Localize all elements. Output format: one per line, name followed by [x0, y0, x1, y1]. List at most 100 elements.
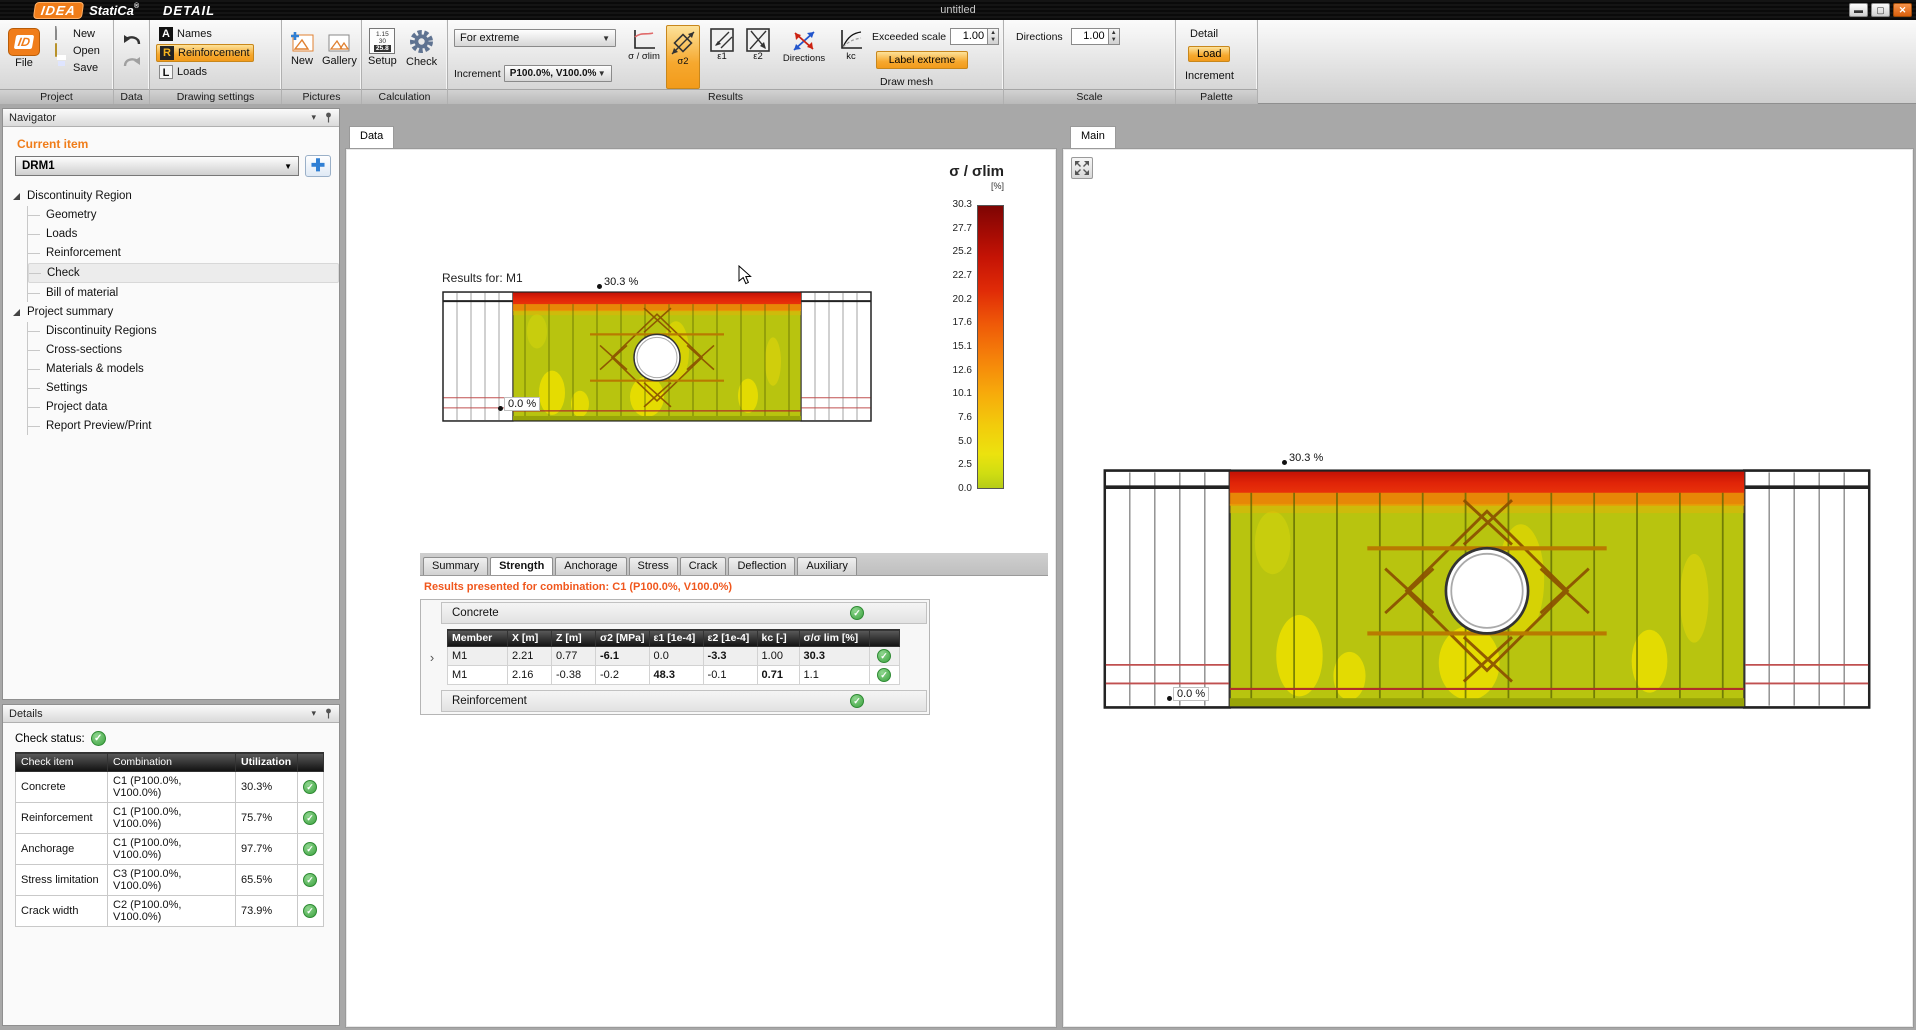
- names-toggle[interactable]: ANames: [156, 26, 254, 42]
- title-bar: IDEA StatiCa® DETAIL untitled ▬ ▢ ✕: [0, 0, 1916, 20]
- nav-item-settings[interactable]: Settings: [28, 379, 339, 397]
- navigator-panel: Navigator ▾ Current item DRM1▼ ✚: [2, 108, 340, 700]
- loads-toggle[interactable]: LLoads: [156, 64, 254, 80]
- spinner-arrows-icon[interactable]: ▲▼: [988, 28, 999, 45]
- picture-new-icon: [289, 30, 315, 54]
- setup-button[interactable]: 1.153025.8 Setup: [368, 28, 397, 67]
- label-extreme-toggle[interactable]: Label extreme: [876, 51, 968, 69]
- pin-icon[interactable]: [324, 708, 333, 719]
- ribbon-group-label: Project: [0, 89, 113, 104]
- max-utilization-label: 30.3 %: [604, 276, 638, 288]
- nav-group-discontinuity-region[interactable]: Discontinuity Region: [13, 187, 339, 205]
- nav-item-loads[interactable]: Loads: [28, 225, 339, 243]
- new-button[interactable]: New: [52, 26, 103, 41]
- navigator-header[interactable]: Navigator ▾: [3, 109, 339, 127]
- tab-summary[interactable]: Summary: [423, 557, 488, 575]
- result-row[interactable]: M1 2.16 -0.38 -0.2 48.3 -0.1 0.71 1.1 ✓: [448, 666, 900, 685]
- tab-anchorage[interactable]: Anchorage: [555, 557, 626, 575]
- status-ok-icon: ✓: [877, 668, 891, 682]
- tree-expanded-icon[interactable]: [13, 193, 20, 200]
- tab-crack[interactable]: Crack: [680, 557, 727, 575]
- loads-icon: L: [159, 65, 173, 79]
- file-button[interactable]: ID File: [8, 28, 40, 69]
- colorbar: σ / σlim [%] 30.327.7 25.222.7 20.217.6 …: [908, 163, 1004, 494]
- tab-main[interactable]: Main: [1070, 126, 1116, 148]
- status-ok-icon: ✓: [303, 780, 317, 794]
- fit-to-view-button[interactable]: [1071, 157, 1093, 179]
- palette-load-option[interactable]: Load: [1188, 46, 1230, 62]
- close-button[interactable]: ✕: [1893, 3, 1912, 17]
- add-item-button[interactable]: ✚: [305, 155, 331, 177]
- nav-item-report-preview-print[interactable]: Report Preview/Print: [28, 417, 339, 435]
- check-button[interactable]: Check: [406, 28, 437, 68]
- maximize-button[interactable]: ▢: [1871, 3, 1890, 17]
- directions-result-button[interactable]: Directions: [778, 28, 830, 64]
- tab-auxiliary[interactable]: Auxiliary: [797, 557, 857, 575]
- tab-deflection[interactable]: Deflection: [728, 557, 795, 575]
- result-row[interactable]: M1 2.21 0.77 -6.1 0.0 -3.3 1.00 30.3 ✓: [448, 647, 900, 666]
- panel-chevron-icon[interactable]: ▾: [311, 112, 316, 123]
- nav-item-materials-models[interactable]: Materials & models: [28, 360, 339, 378]
- gear-icon: [408, 28, 435, 55]
- reinforcement-toggle[interactable]: RReinforcement: [156, 44, 254, 62]
- pin-icon[interactable]: [324, 112, 333, 123]
- nav-item-discontinuity-regions[interactable]: Discontinuity Regions: [28, 322, 339, 340]
- exceeded-scale-spinner[interactable]: 1.00 ▲▼: [950, 28, 999, 45]
- eps2-result-button[interactable]: ε2: [742, 28, 774, 62]
- save-floppy-icon: [55, 61, 69, 74]
- for-extreme-dropdown[interactable]: For extreme▼: [454, 29, 616, 47]
- sigma2-result-button[interactable]: σ2: [666, 25, 700, 89]
- spinner-arrows-icon[interactable]: ▲▼: [1109, 28, 1120, 45]
- nav-group-label: Discontinuity Region: [27, 190, 132, 202]
- undo-icon: [122, 32, 142, 46]
- increment-label: Increment: [454, 68, 501, 80]
- expand-row-arrow[interactable]: ›: [423, 602, 441, 712]
- tab-data[interactable]: Data: [349, 126, 394, 148]
- tree-expanded-icon[interactable]: [13, 309, 20, 316]
- concrete-section-header[interactable]: Concrete ✓: [441, 602, 927, 624]
- details-header[interactable]: Details ▾: [3, 705, 339, 723]
- ribbon-group-project: ID File New Open Save Project: [0, 20, 114, 104]
- details-title: Details: [9, 708, 43, 720]
- check-row[interactable]: Stress limitationC3 (P100.0%, V100.0%)65…: [16, 865, 324, 896]
- palette-detail-option[interactable]: Detail: [1190, 28, 1218, 40]
- reinforcement-section-header[interactable]: Reinforcement ✓: [441, 690, 927, 712]
- minimize-button[interactable]: ▬: [1849, 3, 1868, 17]
- check-row[interactable]: AnchorageC1 (P100.0%, V100.0%)97.7%✓: [16, 834, 324, 865]
- undo-button[interactable]: [122, 32, 142, 51]
- check-row[interactable]: ReinforcementC1 (P100.0%, V100.0%)75.7%✓: [16, 803, 324, 834]
- nav-item-cross-sections[interactable]: Cross-sections: [28, 341, 339, 359]
- nav-group-project-summary[interactable]: Project summary: [13, 303, 339, 321]
- nav-item-geometry[interactable]: Geometry: [28, 206, 339, 224]
- increment-dropdown[interactable]: P100.0%, V100.0%▼: [504, 65, 612, 82]
- tab-stress[interactable]: Stress: [629, 557, 678, 575]
- check-row[interactable]: Crack widthC2 (P100.0%, V100.0%)73.9%✓: [16, 896, 324, 927]
- panel-chevron-icon[interactable]: ▾: [311, 708, 316, 719]
- tab-strength[interactable]: Strength: [490, 557, 553, 575]
- ribbon-group-calculation: 1.153025.8 Setup Check Calculation: [362, 20, 448, 104]
- redo-button[interactable]: [122, 54, 142, 73]
- col-member: Member: [448, 630, 508, 647]
- beam-result-view-large: 30.3 % 0.0 %: [1103, 465, 1871, 713]
- palette-increment-option[interactable]: Increment: [1185, 70, 1234, 82]
- nav-item-check[interactable]: Check: [28, 263, 339, 283]
- gallery-button[interactable]: Gallery: [322, 30, 357, 67]
- data-view-content: Results for: M1 30.3 % 0.0 % σ / σlim [%…: [345, 148, 1057, 1028]
- nav-item-bill-of-material[interactable]: Bill of material: [28, 284, 339, 302]
- kc-result-button[interactable]: kc: [834, 28, 868, 62]
- check-row[interactable]: ConcreteC1 (P100.0%, V100.0%)30.3%✓: [16, 772, 324, 803]
- sigma-slim-result-button[interactable]: σ / σlim: [626, 28, 662, 62]
- details-panel: Details ▾ Check status: ✓ Check item Com…: [2, 704, 340, 1026]
- current-item-dropdown[interactable]: DRM1▼: [15, 156, 299, 176]
- picture-new-button[interactable]: New: [289, 30, 315, 67]
- nav-item-project-data[interactable]: Project data: [28, 398, 339, 416]
- nav-item-reinforcement[interactable]: Reinforcement: [28, 244, 339, 262]
- draw-mesh-toggle[interactable]: Draw mesh: [880, 76, 933, 88]
- ribbon-group-results: For extreme▼ Increment P100.0%, V100.0%▼…: [448, 20, 1004, 104]
- exceeded-scale-label: Exceeded scale: [872, 31, 946, 43]
- save-button[interactable]: Save: [52, 60, 103, 75]
- ribbon-group-label: Palette: [1176, 89, 1257, 104]
- directions-scale-spinner[interactable]: 1.00 ▲▼: [1071, 28, 1120, 45]
- eps1-result-button[interactable]: ε1: [706, 28, 738, 62]
- ribbon-group-scale: Directions 1.00 ▲▼ Scale: [1004, 20, 1176, 104]
